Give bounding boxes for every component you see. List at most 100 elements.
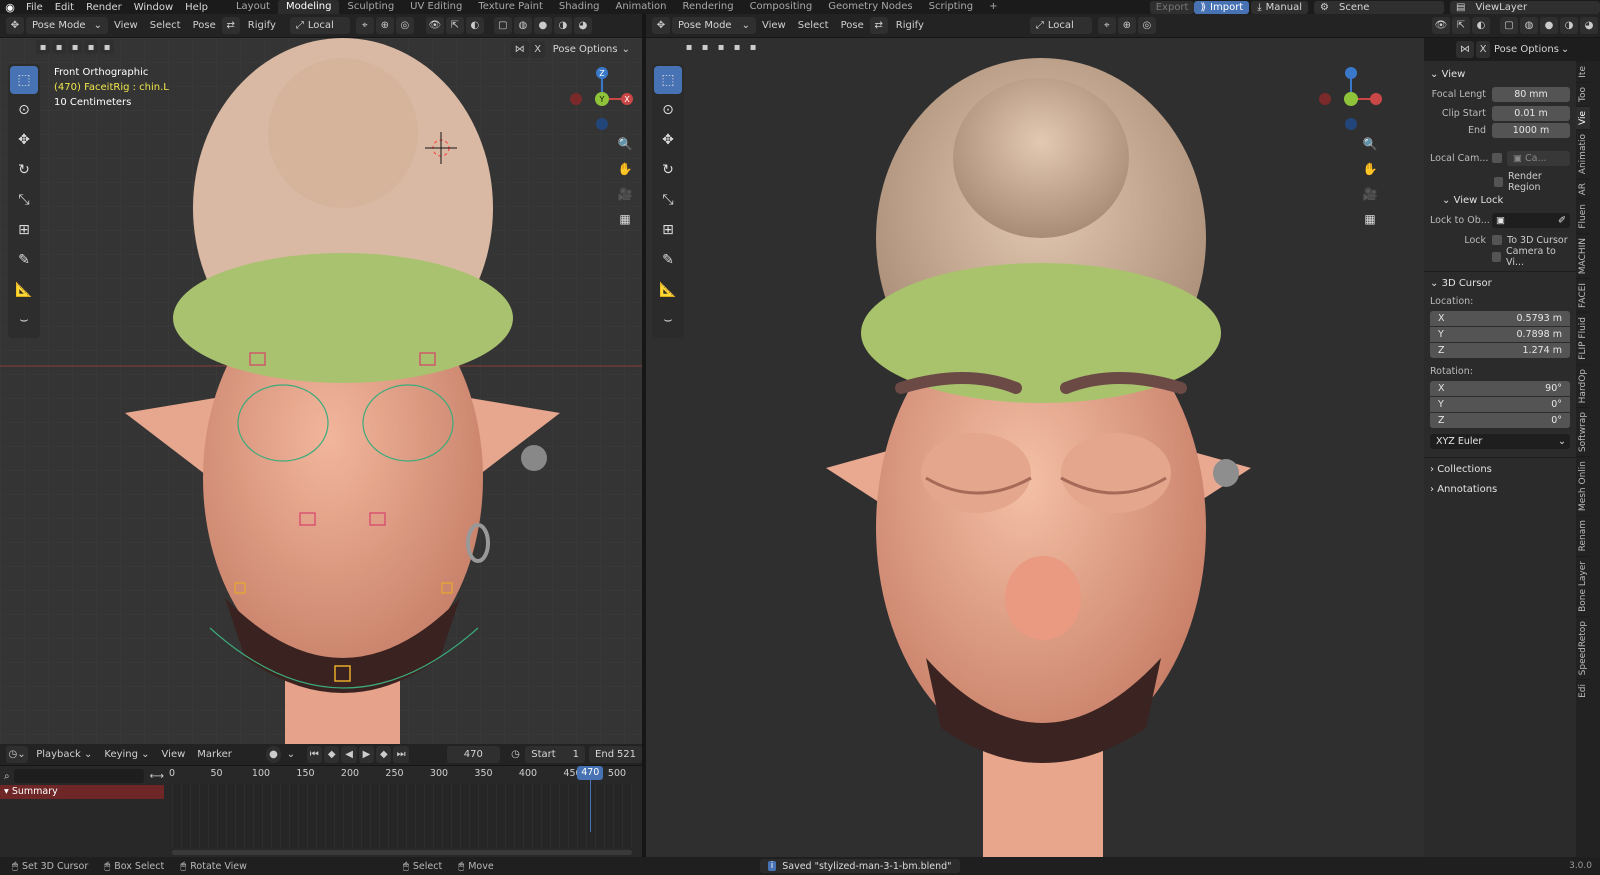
rendered-shading-icon[interactable]: ◕ [573,17,592,34]
left-mode-dropdown[interactable]: Pose Mode ⌄ [26,17,108,34]
tab-animation[interactable]: Animation [608,0,675,14]
play-reverse-icon[interactable]: ◀ [341,746,357,763]
editor-type-icon[interactable]: ✥ [6,17,24,34]
left-navigation-gizmo[interactable]: Z X Y [565,64,639,134]
visibility-icon[interactable]: 👁 [1432,17,1450,34]
right-mode-dropdown[interactable]: Pose Mode ⌄ [672,17,756,34]
left-menu-rigify[interactable]: Rigify [242,20,282,31]
tab-compositing[interactable]: Compositing [742,0,821,14]
focal-length-field[interactable]: 80 mm [1492,86,1570,102]
rotate-tool-icon[interactable]: ↻ [654,156,682,184]
right-viewport[interactable]: ▪ ▪ ▪ ▪ ▪ ⬚ ⊙ ✥ ↻ ⤡ ⊞ ✎ 📐 ⌣ 🔍 ✋ 🎥 ▦ [646,38,1424,857]
view-section-header[interactable]: ⌄ View [1430,65,1570,85]
move-tool-icon[interactable]: ✥ [654,126,682,154]
symmetry-icon[interactable]: ⋈ [1456,41,1474,58]
zoom-icon[interactable]: 🔍 [614,133,636,155]
perspective-toggle-icon[interactable]: ▦ [1359,208,1381,230]
tab-scripting[interactable]: Scripting [921,0,981,14]
timeline-ruler[interactable]: 0 50 100 150 200 250 300 350 400 450 500 [169,768,632,782]
summary-channel[interactable]: ▾ Summary [0,785,164,799]
select-subtract-icon[interactable]: ▪ [68,40,82,54]
menu-edit[interactable]: Edit [49,2,80,13]
add-workspace-icon[interactable]: + [981,0,1005,14]
tab-tool[interactable]: Too [1576,81,1590,106]
timeline-menu-view[interactable]: View [156,749,192,760]
tab-fluent[interactable]: Fluen [1576,199,1590,233]
camera-view-icon[interactable]: 🎥 [614,183,636,205]
menu-file[interactable]: File [20,2,49,13]
export-button[interactable]: Export [1149,0,1195,14]
solid-shading-icon[interactable]: ● [533,17,552,34]
transform-tool-icon[interactable]: ⊞ [654,216,682,244]
left-orientation-dropdown[interactable]: ⤢ Local [289,17,350,34]
x-mirror-icon[interactable]: X [530,41,545,58]
end-frame-field[interactable]: End 521 [589,746,643,763]
transform-tool-icon[interactable]: ⊞ [10,216,38,244]
tab-flip-fluid[interactable]: FLIP Fluid [1576,312,1590,364]
jump-end-icon[interactable]: ⏭ [393,746,409,763]
tab-item[interactable]: Ite [1576,61,1590,82]
proportional-icon[interactable]: ◎ [395,17,414,34]
pan-hand-icon[interactable]: ✋ [614,158,636,180]
annotate-tool-icon[interactable]: ✎ [10,246,38,274]
tab-rename[interactable]: Renam [1576,515,1590,556]
solid-shading-icon[interactable]: ● [1540,17,1558,34]
select-invert-icon[interactable]: ▪ [730,40,744,54]
start-frame-field[interactable]: Start 1 [525,746,586,763]
right-menu-view[interactable]: View [756,20,792,31]
snap-icon[interactable]: ⊕ [1117,17,1136,34]
pivot-icon[interactable]: ⌖ [1097,17,1116,34]
timeline-scrollbar[interactable] [172,850,632,855]
ortho-grid-icon[interactable]: ▦ [614,208,636,230]
view-layer-selector[interactable]: ▤ ViewLayer [1450,0,1600,14]
tab-faceit[interactable]: FACEI [1576,278,1590,313]
3d-cursor-header[interactable]: ⌄ 3D Cursor [1430,274,1570,294]
wireframe-shading-icon[interactable]: ◍ [513,17,532,34]
camera-view-icon[interactable]: 🎥 [1359,183,1381,205]
current-frame-field[interactable]: 470 [446,746,500,763]
select-extend-icon[interactable]: ▪ [52,40,66,54]
x-mirror-icon[interactable]: X [1476,41,1490,58]
overlay-toggle-icon[interactable]: ◐ [465,17,484,34]
move-tool-icon[interactable]: ✥ [10,126,38,154]
pose-toggle-icon[interactable]: ⇄ [869,17,888,34]
annotations-header[interactable]: › Annotations [1430,480,1570,500]
visibility-icon[interactable]: 👁 [425,17,444,34]
tab-bone-layer[interactable]: Bone Layer [1576,555,1590,616]
timeline-menu-playback[interactable]: Playback ⌄ [30,749,98,760]
render-region-checkbox[interactable] [1494,177,1503,187]
material-shading-icon[interactable]: ◑ [1560,17,1578,34]
tab-machin[interactable]: MACHIN [1576,232,1590,279]
select-invert-icon[interactable]: ▪ [84,40,98,54]
tab-layout[interactable]: Layout [228,0,278,14]
next-keyframe-icon[interactable]: ◆ [376,746,392,763]
tab-animation[interactable]: Animatio [1576,128,1590,178]
jump-start-icon[interactable]: ⏮ [306,746,322,763]
select-extend-icon[interactable]: ▪ [698,40,712,54]
scale-tool-icon[interactable]: ⤡ [654,186,682,214]
lock-to-3d-cursor-checkbox[interactable] [1492,235,1502,245]
cursor-location-y[interactable]: Y 0.7898 m [1430,327,1570,342]
cursor-location-x[interactable]: X 0.5793 m [1430,311,1570,326]
scale-tool-icon[interactable]: ⤡ [10,186,38,214]
left-viewport[interactable]: ▪ ▪ ▪ ▪ ▪ Front Orthographic (470) Facei… [0,38,642,744]
cursor-rotation-y[interactable]: Y 0° [1430,397,1570,412]
measure-tool-icon[interactable]: 📐 [10,276,38,304]
left-menu-select[interactable]: Select [144,20,187,31]
right-menu-select[interactable]: Select [792,20,835,31]
blender-logo-icon[interactable]: ◉ [0,1,20,14]
tab-geometry-nodes[interactable]: Geometry Nodes [820,0,920,14]
cursor-rotation-z[interactable]: Z 0° [1430,413,1570,428]
timeline-editor-type-icon[interactable]: ◷⌄ [6,746,29,763]
timeline-menu-marker[interactable]: Marker [191,749,238,760]
annotate-tool-icon[interactable]: ✎ [654,246,682,274]
rendered-shading-icon[interactable]: ◕ [1580,17,1598,34]
rotate-tool-icon[interactable]: ↻ [10,156,38,184]
right-menu-pose[interactable]: Pose [835,20,870,31]
tab-modeling[interactable]: Modeling [277,0,340,14]
right-orientation-dropdown[interactable]: ⤢ Local [1029,17,1092,34]
left-pose-options-button[interactable]: Pose Options ⌄ [547,41,636,58]
tab-softwrap[interactable]: Softwrap [1576,407,1590,457]
tab-texture-paint[interactable]: Texture Paint [470,0,551,14]
tab-sculpting[interactable]: Sculpting [339,0,402,14]
